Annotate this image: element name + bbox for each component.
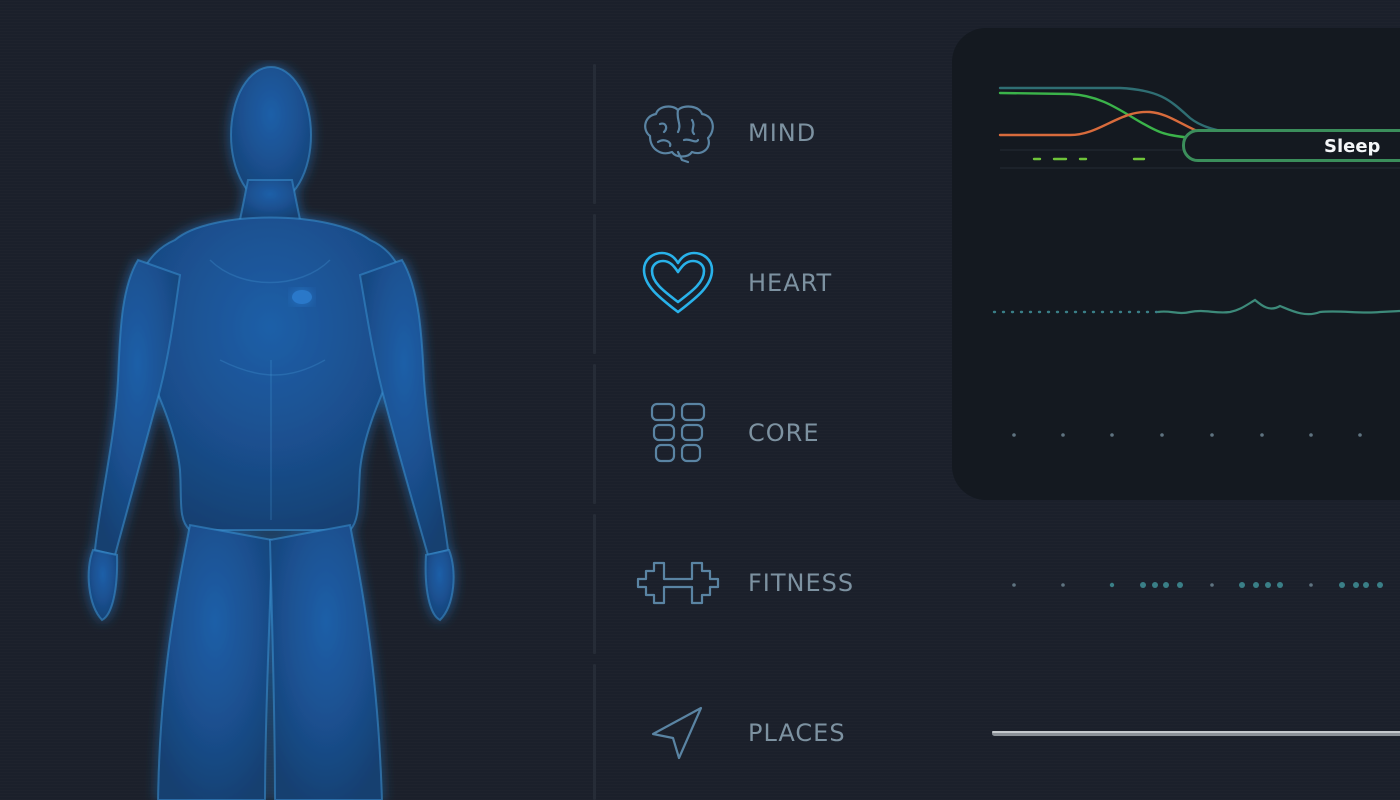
dumbbell-icon (630, 548, 726, 618)
divider-segment (593, 364, 596, 504)
category-label-fitness: FITNESS (748, 569, 855, 597)
category-label-mind: MIND (748, 119, 817, 147)
category-places[interactable]: PLACES (630, 683, 960, 783)
core-icon (630, 398, 726, 468)
category-heart[interactable]: HEART (630, 233, 960, 333)
sleep-badge-label: Sleep (1324, 136, 1381, 157)
divider-segment (593, 64, 596, 204)
human-body-figure (87, 66, 455, 800)
divider-segment (593, 664, 596, 800)
category-fitness[interactable]: FITNESS (630, 533, 960, 633)
places-track (992, 731, 1400, 736)
mind-detail-panel (952, 28, 1400, 500)
health-dashboard: MIND HEART CORE FITNESS PLACES Sleep (0, 0, 1400, 800)
divider-segment (593, 214, 596, 354)
brain-icon (630, 98, 726, 168)
location-arrow-icon (630, 698, 726, 768)
heart-icon (630, 248, 726, 318)
divider-segment (593, 514, 596, 654)
fitness-activity-dots (1012, 582, 1383, 588)
category-label-heart: HEART (748, 269, 833, 297)
category-label-core: CORE (748, 419, 820, 447)
category-core[interactable]: CORE (630, 383, 960, 483)
category-mind[interactable]: MIND (630, 83, 960, 183)
category-label-places: PLACES (748, 719, 846, 747)
